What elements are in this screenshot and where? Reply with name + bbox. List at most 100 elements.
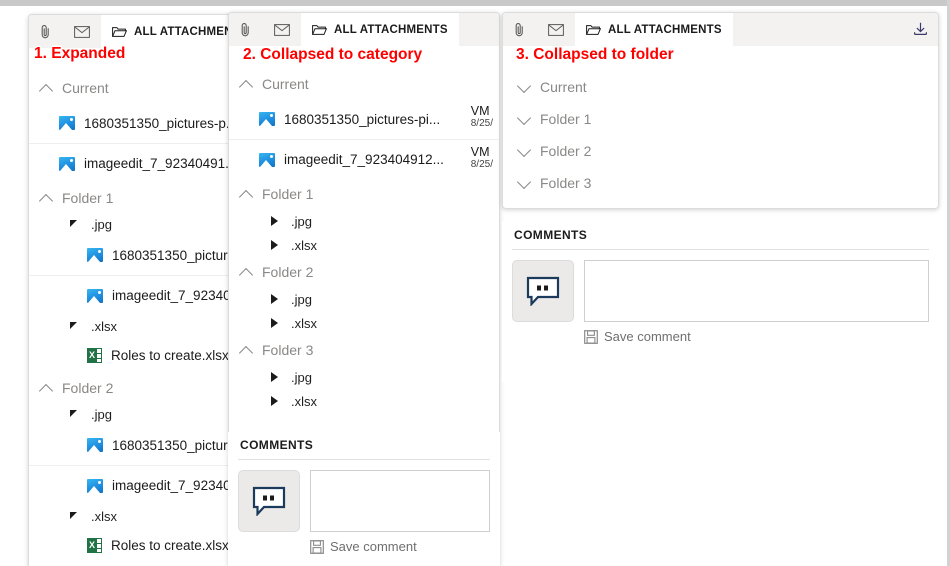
comment-input-row [512, 250, 929, 322]
excel-file-icon: X [87, 347, 102, 363]
save-comment-label: Save comment [604, 329, 691, 344]
chevron-down-icon [517, 144, 531, 158]
tree-group-label: Current [262, 76, 309, 92]
triangle-right-icon [269, 239, 281, 251]
tree-group-folder-3[interactable]: Folder 3 [229, 335, 499, 365]
open-folder-icon [312, 24, 327, 35]
paperclip-icon [241, 22, 249, 36]
triangle-right-icon [269, 371, 281, 383]
tab-attachments-paperclip[interactable] [29, 15, 63, 48]
tree-group-label: Folder 2 [262, 264, 314, 280]
tree-group-label: Folder 1 [540, 111, 592, 127]
image-file-icon [59, 116, 75, 130]
chevron-up-icon [239, 187, 253, 201]
image-file-icon [87, 478, 103, 493]
chevron-up-icon [39, 191, 53, 205]
tab-all-attachments[interactable]: ALL ATTACHMENTS [575, 13, 733, 46]
triangle-right-icon [269, 215, 281, 227]
tree-category-jpg[interactable]: .jpg [229, 209, 499, 233]
tree-category-label: .xlsx [291, 315, 317, 331]
chevron-up-icon [39, 381, 53, 395]
tree-category-xlsx[interactable]: .xlsx [229, 233, 499, 257]
tab-all-attachments[interactable]: ALL ATTACHMENTS [301, 13, 459, 46]
file-meta-date: 8/25/ [470, 118, 493, 130]
triangle-right-icon [269, 293, 281, 305]
tree-file-row[interactable]: imageedit_7_923404912... VM 8/25/ [229, 139, 499, 179]
tree-file-label: 1680351350_pictures-pi... [284, 111, 441, 127]
tree-group-folder-1[interactable]: Folder 1 [503, 103, 938, 135]
chevron-up-icon [39, 81, 53, 95]
comments-section: COMMENTS Save comment [502, 222, 939, 344]
comments-header: COMMENTS [238, 432, 490, 460]
image-file-icon [259, 112, 275, 126]
panel3-comments-region: COMMENTS Save comment [502, 222, 939, 382]
tree-group-folder-2[interactable]: Folder 2 [229, 257, 499, 287]
tree-file-row[interactable]: 1680351350_pictures-pi... VM 8/25/ [229, 99, 499, 139]
triangle-down-icon [69, 320, 81, 332]
triangle-down-icon [69, 510, 81, 522]
tree-group-folder-3[interactable]: Folder 3 [503, 167, 938, 199]
tree-file-label: imageedit_7_923404912... [284, 152, 444, 167]
comment-textarea[interactable] [584, 260, 929, 322]
file-meta: VM 8/25/ [471, 145, 493, 171]
tree-category-label: .xlsx [91, 318, 117, 334]
tab-attachments-paperclip[interactable] [229, 13, 263, 46]
tree-category-label: .jpg [291, 369, 312, 385]
envelope-icon [74, 25, 90, 38]
tree-category-label: .xlsx [91, 508, 117, 524]
tree-category-xlsx[interactable]: .xlsx [229, 389, 499, 413]
envelope-icon [548, 23, 564, 36]
file-meta-date: 8/25/ [470, 159, 493, 171]
tree-group-label: Folder 1 [262, 186, 314, 202]
panel3-tabbar-spacer [732, 13, 902, 46]
image-file-icon [87, 248, 103, 262]
chevron-down-icon [517, 112, 531, 126]
download-all-button[interactable] [902, 13, 938, 46]
image-file-icon [87, 438, 103, 452]
chevron-down-icon [517, 176, 531, 190]
tree-category-xlsx[interactable]: .xlsx [229, 311, 499, 335]
comment-input-row [238, 460, 490, 532]
paperclip-icon [515, 22, 523, 36]
tab-email[interactable] [537, 13, 575, 46]
comments-header: COMMENTS [512, 222, 929, 250]
tree-file-label: 1680351350_pictures-p... [84, 115, 238, 131]
tree-group-current[interactable]: Current [229, 69, 499, 99]
tree-category-label: .jpg [91, 406, 112, 422]
comment-bubble-icon [526, 276, 560, 306]
file-meta-author: VM [470, 104, 490, 118]
tree-group-label: Folder 1 [62, 190, 114, 206]
tree-file-label: imageedit_7_92340... [112, 478, 242, 493]
envelope-icon [274, 23, 290, 36]
tree-group-label: Current [540, 79, 587, 95]
save-comment-button[interactable]: Save comment [512, 322, 929, 344]
tree-group-folder-1[interactable]: Folder 1 [229, 179, 499, 209]
chevron-down-icon [517, 80, 531, 94]
tree-file-label: Roles to create.xlsx [111, 537, 229, 553]
comment-bubble-icon [252, 486, 286, 516]
download-icon [913, 22, 927, 36]
panel2-comments-region: COMMENTS Save comment [228, 432, 500, 566]
tree-group-current[interactable]: Current [503, 71, 938, 103]
save-comment-button[interactable]: Save comment [238, 532, 490, 554]
window-top-strip-white [0, 6, 950, 10]
save-comment-label: Save comment [330, 539, 417, 554]
tab-email[interactable] [263, 13, 301, 46]
tree-group-folder-2[interactable]: Folder 2 [503, 135, 938, 167]
chevron-up-icon [239, 77, 253, 91]
tab-attachments-paperclip[interactable] [503, 13, 537, 46]
screenshot-stage: ALL ATTACHMENTS Current 1680351350_pictu… [0, 0, 950, 566]
comment-textarea[interactable] [310, 470, 490, 532]
comments-section: COMMENTS Save comment [228, 432, 500, 554]
attachments-panel-collapsed-folder: ALL ATTACHMENTS Current Folder 1 Folder … [502, 12, 939, 209]
tree-category-jpg[interactable]: .jpg [229, 365, 499, 389]
tree-category-jpg[interactable]: .jpg [229, 287, 499, 311]
tree-file-label: imageedit_7_92340... [112, 288, 242, 303]
panel2-tabbar-spacer [458, 13, 499, 46]
chevron-up-icon [239, 343, 253, 357]
tab-email[interactable] [63, 15, 101, 48]
file-meta: VM 8/25/ [471, 104, 493, 130]
image-file-icon [59, 156, 75, 171]
panel3-tabbar: ALL ATTACHMENTS [503, 13, 938, 47]
tree-file-label: 1680351350_pictur... [112, 437, 239, 453]
